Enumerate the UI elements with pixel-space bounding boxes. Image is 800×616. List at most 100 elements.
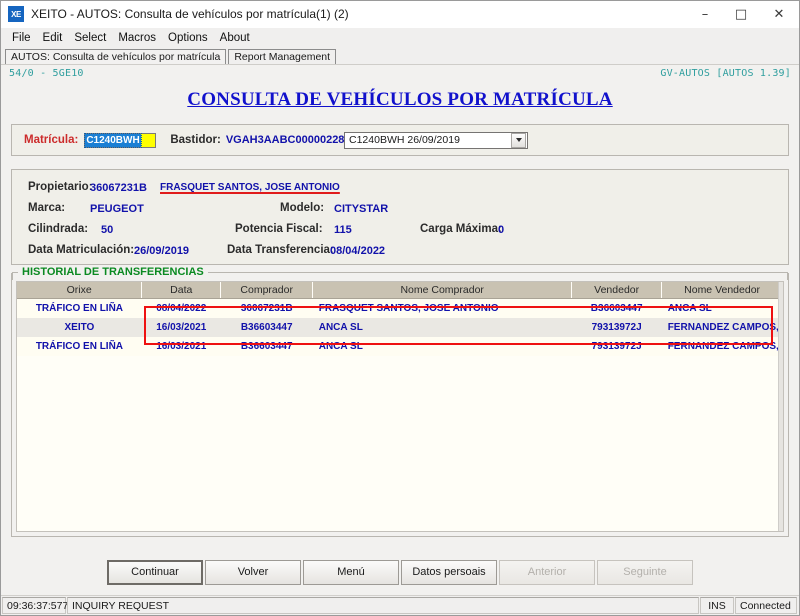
tab-strip: AUTOS: Consulta de vehículos por matrícu… bbox=[1, 47, 799, 64]
matricula-label: Matrícula: bbox=[24, 134, 79, 146]
historial-legend: HISTORIAL DE TRANSFERENCIAS bbox=[22, 265, 204, 278]
column-header-data[interactable]: Data bbox=[141, 282, 222, 299]
title-bar: XE XEITO - AUTOS: Consulta de vehículos … bbox=[1, 1, 799, 28]
historial-groupbox: HISTORIAL DE TRANSFERENCIAS Orixe Data C… bbox=[11, 266, 789, 537]
grid-scrollbar[interactable] bbox=[778, 282, 783, 531]
modelo-label: Modelo: bbox=[280, 202, 325, 214]
cell-comprador: 36067231B bbox=[220, 298, 313, 318]
data-transferencia-value: 08/04/2022 bbox=[330, 245, 386, 257]
anterior-button: Anterior bbox=[499, 559, 595, 585]
app-icon: XE bbox=[8, 6, 24, 22]
modelo-value: CITYSTAR bbox=[334, 203, 389, 215]
historial-table: Orixe Data Comprador Nome Comprador Vend… bbox=[17, 282, 783, 356]
status-connection: Connected bbox=[735, 597, 797, 614]
screen-header-line: 54/0 - 5GE10 GV-AUTOS [AUTOS 1.39] bbox=[1, 65, 799, 79]
tab-autos-consulta[interactable]: AUTOS: Consulta de vehículos por matrícu… bbox=[5, 49, 227, 64]
page-title: CONSULTA DE VEHÍCULOS POR MATRÍCULA bbox=[187, 89, 613, 110]
matricula-input[interactable]: C1240BWH bbox=[84, 132, 157, 148]
chevron-down-icon[interactable] bbox=[511, 132, 526, 148]
seguinte-button: Seguinte bbox=[597, 559, 693, 585]
column-header-nome-comprador[interactable]: Nome Comprador bbox=[312, 282, 573, 299]
potencia-fiscal-value: 115 bbox=[334, 224, 352, 236]
datos-persoais-button[interactable]: Datos persoais bbox=[401, 559, 497, 585]
status-time: 09:36:37:577 bbox=[2, 597, 68, 614]
search-panel: Matrícula: C1240BWH Bastidor: VGAH3AABC0… bbox=[11, 124, 789, 156]
data-matriculacion-label: Data Matriculación: bbox=[28, 244, 135, 256]
marca-value: PEUGEOT bbox=[90, 203, 144, 215]
continuar-button[interactable]: Continuar bbox=[107, 559, 203, 585]
maximize-icon[interactable]: □ bbox=[723, 1, 759, 27]
cell-nome-comprador: ANCA SL bbox=[312, 318, 572, 337]
menu-bar: File Edit Select Macros Options About bbox=[1, 28, 799, 47]
matricula-input-value: C1240BWH bbox=[84, 132, 142, 148]
session-code: 54/0 - 5GE10 bbox=[9, 68, 84, 79]
cell-vendedor: B36603447 bbox=[571, 298, 662, 318]
detail-row-marca-modelo: Marca: PEUGEOT Modelo: CITYSTAR bbox=[12, 200, 788, 221]
menu-file[interactable]: File bbox=[6, 31, 37, 45]
historial-legend-row: HISTORIAL DE TRANSFERENCIAS bbox=[12, 266, 788, 278]
menu-options[interactable]: Options bbox=[162, 31, 214, 45]
cell-data: 16/03/2021 bbox=[141, 337, 221, 356]
column-header-vendedor[interactable]: Vendedor bbox=[571, 282, 663, 299]
bastidor-value: VGAH3AABC00000228 bbox=[225, 134, 345, 146]
column-header-nome-vendedor[interactable]: Nome Vendedor bbox=[661, 282, 783, 299]
cell-nome-vendedor: FERNANDEZ CAMPOS, ANGEL bbox=[661, 318, 783, 337]
app-version-label: GV-AUTOS [AUTOS 1.39] bbox=[660, 68, 791, 79]
menu-button[interactable]: Menú bbox=[303, 559, 399, 585]
cell-orixe: TRÁFICO EN LIÑA bbox=[17, 298, 142, 318]
cell-comprador: B36603447 bbox=[220, 337, 313, 356]
cell-nome-vendedor: ANCA SL bbox=[661, 298, 783, 318]
cell-vendedor: 79313972J bbox=[571, 337, 662, 356]
cell-nome-comprador: ANCA SL bbox=[312, 337, 572, 356]
menu-edit[interactable]: Edit bbox=[37, 31, 69, 45]
data-matriculacion-value: 26/09/2019 bbox=[134, 245, 190, 257]
table-row[interactable]: XEITO 16/03/2021 B36603447 ANCA SL 79313… bbox=[17, 318, 783, 337]
minimize-icon[interactable]: – bbox=[687, 1, 723, 27]
terminal-screen: 54/0 - 5GE10 GV-AUTOS [AUTOS 1.39] CONSU… bbox=[1, 65, 799, 595]
carga-maxima-label: Carga Máxima: bbox=[420, 223, 502, 235]
application-window: XE XEITO - AUTOS: Consulta de vehículos … bbox=[0, 0, 800, 616]
column-header-orixe[interactable]: Orixe bbox=[17, 282, 143, 299]
cilindrada-value: 50 bbox=[101, 224, 114, 236]
menu-select[interactable]: Select bbox=[68, 31, 112, 45]
propietario-nif: 36067231B bbox=[90, 182, 147, 194]
cell-orixe: TRÁFICO EN LIÑA bbox=[17, 337, 142, 356]
propietario-nome: FRASQUET SANTOS, JOSE ANTONIO bbox=[160, 182, 340, 193]
matricula-history-select[interactable]: C1240BWH 26/09/2019 bbox=[344, 131, 528, 149]
bastidor-label: Bastidor: bbox=[170, 134, 221, 146]
data-transferencia-label: Data Transferencia: bbox=[227, 244, 334, 256]
cell-data: 08/04/2022 bbox=[141, 298, 221, 318]
cell-nome-comprador: FRASQUET SANTOS, JOSE ANTONIO bbox=[312, 298, 572, 318]
cell-comprador: B36603447 bbox=[220, 318, 313, 337]
menu-macros[interactable]: Macros bbox=[112, 31, 162, 45]
matricula-history-selected: C1240BWH 26/09/2019 bbox=[349, 134, 460, 146]
status-message: INQUIRY REQUEST bbox=[67, 597, 699, 614]
action-button-bar: Continuar Volver Menú Datos persoais Ant… bbox=[1, 549, 799, 595]
cell-data: 16/03/2021 bbox=[141, 318, 221, 337]
status-insert-mode: INS bbox=[700, 597, 734, 614]
table-row[interactable]: TRÁFICO EN LIÑA 08/04/2022 36067231B FRA… bbox=[17, 298, 783, 318]
detail-row-propietario: Propietario: 36067231B FRASQUET SANTOS, … bbox=[12, 179, 788, 200]
vehicle-details-panel: Propietario: 36067231B FRASQUET SANTOS, … bbox=[11, 169, 789, 265]
detail-row-cilindrada: Cilindrada: 50 Potencia Fiscal: 115 Carg… bbox=[12, 221, 788, 242]
menu-about[interactable]: About bbox=[214, 31, 256, 45]
table-row[interactable]: TRÁFICO EN LIÑA 16/03/2021 B36603447 ANC… bbox=[17, 337, 783, 356]
volver-button[interactable]: Volver bbox=[205, 559, 301, 585]
tab-report-management[interactable]: Report Management bbox=[228, 49, 337, 64]
window-controls: – □ ✕ bbox=[687, 1, 799, 27]
cell-vendedor: 79313972J bbox=[571, 318, 662, 337]
propietario-label: Propietario: bbox=[28, 181, 93, 193]
potencia-fiscal-label: Potencia Fiscal: bbox=[235, 223, 323, 235]
table-header-row: Orixe Data Comprador Nome Comprador Vend… bbox=[17, 282, 783, 299]
window-title: XEITO - AUTOS: Consulta de vehículos por… bbox=[31, 7, 349, 21]
detail-row-datas: Data Matriculación: 26/09/2019 Data Tran… bbox=[12, 242, 788, 263]
marca-label: Marca: bbox=[28, 202, 66, 214]
cell-nome-vendedor: FERNANDEZ CAMPOS, ANGEL bbox=[661, 337, 783, 356]
historial-grid[interactable]: Orixe Data Comprador Nome Comprador Vend… bbox=[16, 281, 784, 532]
close-icon[interactable]: ✕ bbox=[759, 1, 799, 27]
bastidor-group: Bastidor: VGAH3AABC00000228 bbox=[170, 134, 344, 146]
carga-maxima-value: 0 bbox=[498, 224, 505, 236]
column-header-comprador[interactable]: Comprador bbox=[220, 282, 314, 299]
cilindrada-label: Cilindrada: bbox=[28, 223, 89, 235]
client-area: 54/0 - 5GE10 GV-AUTOS [AUTOS 1.39] CONSU… bbox=[1, 64, 799, 595]
